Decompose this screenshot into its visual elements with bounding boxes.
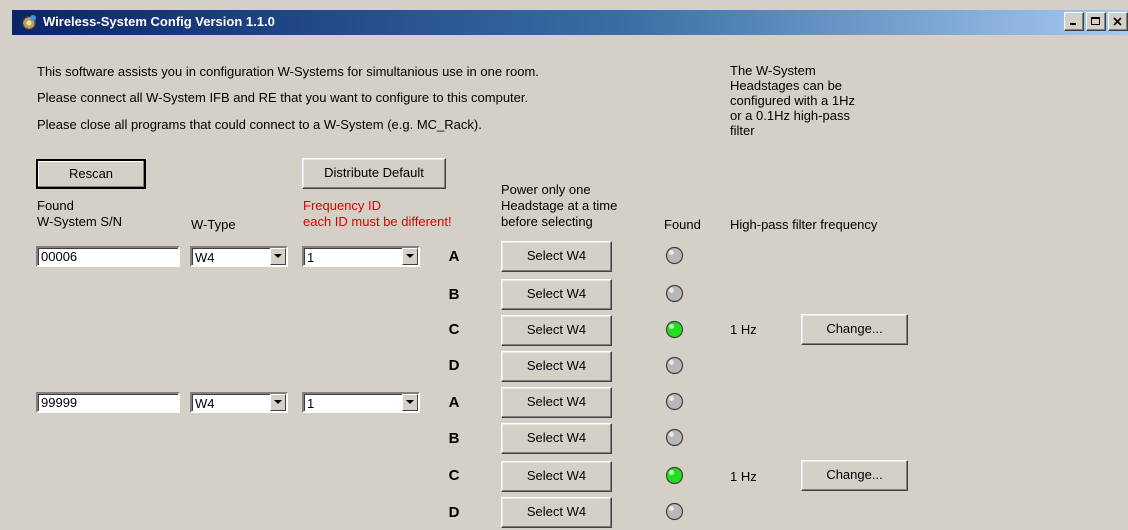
serial-field[interactable]: 99999 (36, 392, 180, 413)
headstage-letter: C (448, 321, 460, 338)
select-headstage-button[interactable]: Select W4 (501, 423, 612, 454)
intro-line-1: This software assists you in configurati… (37, 64, 539, 79)
side-note-line-2: Headstages can be (730, 78, 843, 93)
wtype-select[interactable]: W4 (190, 246, 288, 267)
found-indicator-on (665, 320, 684, 339)
wtype-value: W4 (195, 396, 215, 411)
found-indicator-off (665, 356, 684, 375)
power-note-line-1: Power only one (501, 182, 591, 197)
found-header: Found (37, 198, 74, 213)
frequency-id-value: 1 (307, 250, 315, 265)
hpf-column-header: High-pass filter frequency (730, 217, 878, 232)
maximize-button[interactable] (1086, 12, 1106, 31)
found-indicator-off (665, 284, 684, 303)
hpf-value: 1 Hz (730, 469, 757, 484)
minimize-button[interactable] (1064, 12, 1084, 31)
headstage-letter: A (448, 248, 460, 265)
side-note-line-4: or a 0.1Hz high-pass (730, 108, 850, 123)
chevron-down-icon (274, 254, 282, 258)
found-indicator-on (665, 466, 684, 485)
frequency-id-value: 1 (307, 396, 315, 411)
select-headstage-button[interactable]: Select W4 (501, 241, 612, 272)
serial-header: W-System S/N (37, 214, 122, 229)
close-button[interactable] (1108, 12, 1128, 31)
close-icon (1113, 17, 1122, 26)
intro-line-3: Please close all programs that could con… (37, 117, 482, 132)
frequency-id-select[interactable]: 1 (302, 392, 420, 413)
frequency-id-select[interactable]: 1 (302, 246, 420, 267)
select-headstage-button[interactable]: Select W4 (501, 497, 612, 528)
side-note-line-5: filter (730, 123, 755, 138)
select-headstage-button[interactable]: Select W4 (501, 387, 612, 418)
distribute-default-button[interactable]: Distribute Default (302, 158, 446, 189)
dropdown-arrow-button[interactable] (270, 248, 286, 265)
maximize-icon (1091, 17, 1100, 25)
found-column-header: Found (664, 217, 701, 232)
headstage-letter: B (448, 430, 460, 447)
select-headstage-button[interactable]: Select W4 (501, 461, 612, 492)
dropdown-arrow-button[interactable] (402, 248, 418, 265)
found-indicator-off (665, 502, 684, 521)
change-filter-button[interactable]: Change... (801, 314, 908, 345)
headstage-letter: B (448, 286, 460, 303)
serial-field[interactable]: 00006 (36, 246, 180, 267)
select-headstage-button[interactable]: Select W4 (501, 351, 612, 382)
found-indicator-off (665, 428, 684, 447)
headstage-letter: D (448, 504, 460, 521)
minimize-icon (1070, 23, 1076, 25)
select-headstage-button[interactable]: Select W4 (501, 315, 612, 346)
found-indicator-off (665, 246, 684, 265)
wtype-header: W-Type (191, 217, 236, 232)
side-note-line-3: configured with a 1Hz (730, 93, 856, 108)
select-headstage-button[interactable]: Select W4 (501, 279, 612, 310)
headstage-letter: C (448, 467, 460, 484)
rescan-button[interactable]: Rescan (36, 159, 146, 189)
app-gear-icon (22, 15, 36, 30)
chevron-down-icon (406, 254, 414, 258)
window-title: Wireless-System Config Version 1.1.0 (43, 14, 275, 29)
found-indicator-off (665, 392, 684, 411)
frequency-id-header: Frequency ID (303, 198, 382, 213)
chevron-down-icon (274, 400, 282, 404)
change-filter-button[interactable]: Change... (801, 460, 908, 491)
wtype-value: W4 (195, 250, 215, 265)
intro-line-2: Please connect all W-System IFB and RE t… (37, 90, 529, 105)
hpf-value: 1 Hz (730, 322, 757, 337)
headstage-letter: D (448, 357, 460, 374)
chevron-down-icon (406, 400, 414, 404)
dropdown-arrow-button[interactable] (270, 394, 286, 411)
frequency-id-warning: each ID must be different! (303, 214, 452, 229)
side-note-line-1: The W-System (730, 63, 816, 78)
title-bar[interactable]: Wireless-System Config Version 1.1.0 (12, 10, 1128, 35)
headstage-letter: A (448, 394, 460, 411)
dropdown-arrow-button[interactable] (402, 394, 418, 411)
power-note-line-3: before selecting (501, 214, 593, 229)
wtype-select[interactable]: W4 (190, 392, 288, 413)
power-note-line-2: Headstage at a time (501, 198, 618, 213)
app-window: Wireless-System Config Version 1.1.0 Thi… (0, 0, 1128, 530)
